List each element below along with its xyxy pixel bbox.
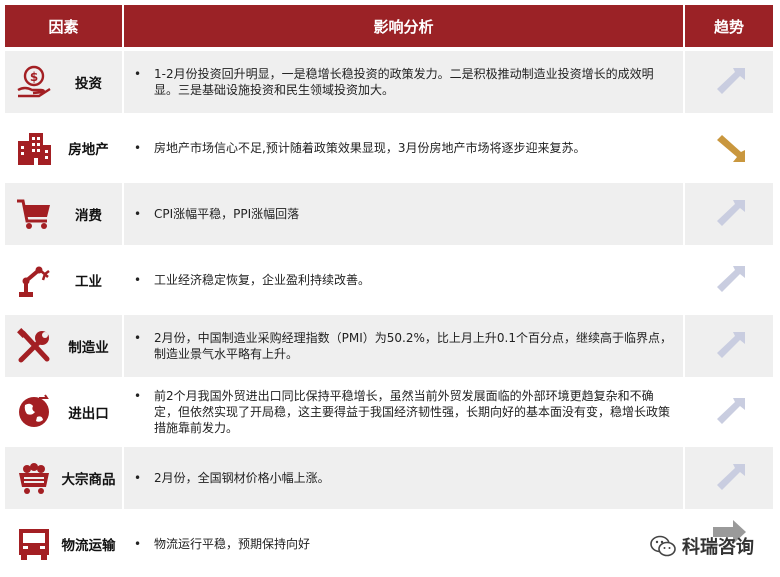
money-hand-icon: $ [13, 61, 55, 103]
trend-cell [685, 249, 773, 311]
table-row: 消费 • CPI涨幅平稳，PPI涨幅回落 [5, 183, 773, 245]
bullet: • [134, 141, 142, 155]
analysis-cell: • 物流运行平稳，预期保持向好 [124, 513, 683, 575]
arrow-up-right-icon [717, 68, 745, 94]
arrow-up-right-icon [717, 464, 745, 490]
factor-label: 物流运输 [61, 538, 116, 554]
arrow-down-right-icon [717, 135, 745, 162]
analysis-text: 工业经济稳定恢复，企业盈利持续改善。 [154, 273, 371, 287]
tools-icon [13, 325, 55, 367]
truck-icon [13, 523, 55, 565]
factor-cell: 物流运输 [5, 513, 122, 575]
analysis-cell: • 前2个月我国外贸进出口同比保持平稳增长，虽然当前外贸发展面临的外部环境更趋复… [124, 381, 683, 443]
table-row: 进出口 • 前2个月我国外贸进出口同比保持平稳增长，虽然当前外贸发展面临的外部环… [5, 381, 773, 443]
factor-cell: $ 投资 [5, 51, 122, 113]
analysis-table: 因素 影响分析 趋势 $ 投资 • 1-2月份投资回升明显，一是稳增长稳投资的政… [5, 5, 773, 575]
bullet: • [134, 389, 142, 403]
watermark-text: 科瑞咨询 [682, 537, 754, 558]
analysis-cell: • 2月份，中国制造业采购经理指数（PMI）为50.2%，比上月上升0.1个百分… [124, 315, 683, 377]
factor-label: 投资 [75, 76, 102, 92]
arrow-up-right-icon [717, 332, 745, 358]
bullet: • [134, 273, 142, 287]
table-header: 因素 影响分析 趋势 [5, 5, 773, 47]
trend-cell [685, 117, 773, 179]
table-row: 制造业 • 2月份，中国制造业采购经理指数（PMI）为50.2%，比上月上升0.… [5, 315, 773, 377]
arrow-up-right-icon [717, 200, 745, 226]
factor-cell: 大宗商品 [5, 447, 122, 509]
factor-cell: 消费 [5, 183, 122, 245]
analysis-cell: • 1-2月份投资回升明显，一是稳增长稳投资的政策发力。二是积极推动制造业投资增… [124, 51, 683, 113]
analysis-text: 2月份，全国钢材价格小幅上涨。 [154, 471, 330, 485]
analysis-cell: • CPI涨幅平稳，PPI涨幅回落 [124, 183, 683, 245]
analysis-cell: • 房地产市场信心不足,预计随着政策效果显现，3月份房地产市场将逐步迎来复苏。 [124, 117, 683, 179]
table-row: 工业 • 工业经济稳定恢复，企业盈利持续改善。 [5, 249, 773, 311]
factor-label: 进出口 [68, 406, 109, 422]
factor-cell: 房地产 [5, 117, 122, 179]
wechat-icon [650, 535, 676, 557]
factor-cell: 进出口 [5, 381, 122, 443]
robot-arm-icon [13, 259, 55, 301]
bullet: • [134, 537, 142, 551]
factor-label: 制造业 [68, 340, 109, 356]
analysis-text: 1-2月份投资回升明显，一是稳增长稳投资的政策发力。二是积极推动制造业投资增长的… [154, 67, 654, 97]
arrow-up-right-icon [717, 398, 745, 424]
bullet: • [134, 331, 142, 345]
table-row: 大宗商品 • 2月份，全国钢材价格小幅上涨。 [5, 447, 773, 509]
factor-label: 消费 [75, 208, 102, 224]
table-row: 房地产 • 房地产市场信心不足,预计随着政策效果显现，3月份房地产市场将逐步迎来… [5, 117, 773, 179]
analysis-text: CPI涨幅平稳，PPI涨幅回落 [154, 207, 300, 221]
arrow-up-right-icon [717, 266, 745, 292]
analysis-text: 房地产市场信心不足,预计随着政策效果显现，3月份房地产市场将逐步迎来复苏。 [154, 141, 586, 155]
watermark: 科瑞咨询 [650, 533, 754, 559]
analysis-text: 前2个月我国外贸进出口同比保持平稳增长，虽然当前外贸发展面临的外部环境更趋复杂和… [154, 389, 671, 435]
factor-cell: 工业 [5, 249, 122, 311]
header-trend: 趋势 [685, 5, 773, 47]
trend-cell [685, 381, 773, 443]
shopping-cart-icon [13, 193, 55, 235]
buildings-icon [13, 127, 55, 169]
bullet: • [134, 67, 142, 81]
globe-exchange-icon [13, 391, 55, 433]
analysis-text: 2月份，中国制造业采购经理指数（PMI）为50.2%，比上月上升0.1个百分点，… [154, 331, 672, 361]
trend-cell [685, 447, 773, 509]
factor-label: 工业 [75, 274, 102, 290]
factor-label: 房地产 [68, 142, 109, 158]
header-analysis: 影响分析 [124, 5, 683, 47]
trend-cell [685, 315, 773, 377]
analysis-cell: • 工业经济稳定恢复，企业盈利持续改善。 [124, 249, 683, 311]
trend-cell [685, 51, 773, 113]
factor-cell: 制造业 [5, 315, 122, 377]
header-factor: 因素 [5, 5, 122, 47]
bullet: • [134, 207, 142, 221]
bullet: • [134, 471, 142, 485]
analysis-cell: • 2月份，全国钢材价格小幅上涨。 [124, 447, 683, 509]
mine-cart-icon [13, 457, 55, 499]
table-row: $ 投资 • 1-2月份投资回升明显，一是稳增长稳投资的政策发力。二是积极推动制… [5, 51, 773, 113]
trend-cell [685, 183, 773, 245]
svg-text:$: $ [30, 70, 38, 84]
analysis-text: 物流运行平稳，预期保持向好 [154, 537, 311, 551]
factor-label: 大宗商品 [61, 472, 116, 488]
